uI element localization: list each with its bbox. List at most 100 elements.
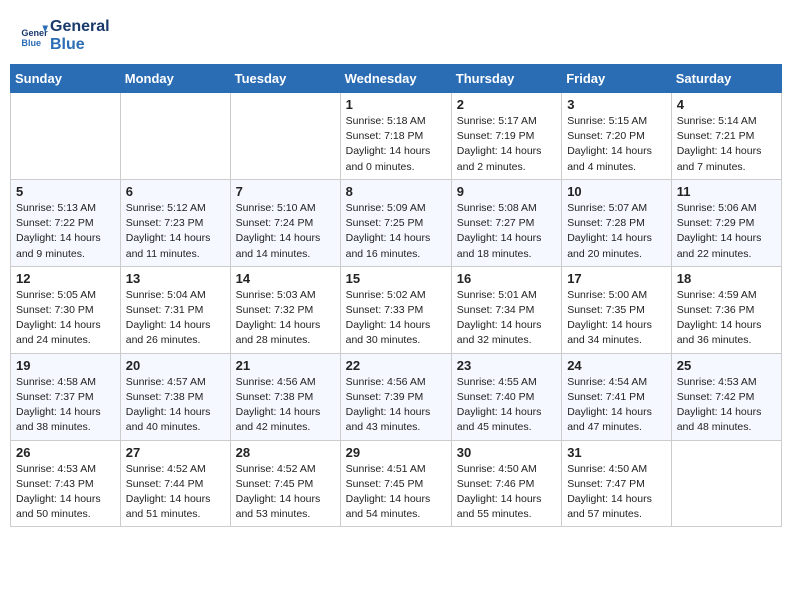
day-number: 10: [567, 184, 666, 199]
weekday-header-monday: Monday: [120, 65, 230, 93]
calendar-cell: [230, 93, 340, 180]
day-number: 14: [236, 271, 335, 286]
calendar-cell: 25Sunrise: 4:53 AMSunset: 7:42 PMDayligh…: [671, 353, 781, 440]
calendar-cell: 16 Sunrise: 5:01 AMSunset: 7:34 PMDayligh…: [451, 266, 561, 353]
calendar-week-row: 5Sunrise: 5:13 AMSunset: 7:22 PMDaylight…: [11, 179, 782, 266]
calendar-cell: 8 Sunrise: 5:09 AMSunset: 7:25 PMDaylight…: [340, 179, 451, 266]
day-number: 15: [346, 271, 446, 286]
day-info: Sunrise: 4:57 AMSunset: 7:38 PMDaylight:…: [126, 375, 225, 436]
day-info: Sunrise: 5:15 AMSunset: 7:20 PMDaylight:…: [567, 114, 666, 175]
day-info: Sunrise: 4:55 AMSunset: 7:40 PMDaylight:…: [457, 375, 556, 436]
day-number: 24: [567, 358, 666, 373]
day-number: 11: [677, 184, 776, 199]
calendar-cell: [671, 440, 781, 527]
day-info: Sunrise: 5:06 AMSunset: 7:29 PMDaylight:…: [677, 201, 776, 262]
calendar-cell: 21 Sunrise: 4:56 AMSunset: 7:38 PMDayligh…: [230, 353, 340, 440]
weekday-header-wednesday: Wednesday: [340, 65, 451, 93]
calendar-week-row: 26 Sunrise: 4:53 AMSunset: 7:43 PMDayligh…: [11, 440, 782, 527]
calendar-cell: [11, 93, 121, 180]
calendar-cell: 31 Sunrise: 4:50 AMSunset: 7:47 PMDayligh…: [562, 440, 672, 527]
calendar-cell: 6Sunrise: 5:12 AMSunset: 7:23 PMDaylight…: [120, 179, 230, 266]
day-number: 8: [346, 184, 446, 199]
calendar-cell: 11 Sunrise: 5:06 AMSunset: 7:29 PMDayligh…: [671, 179, 781, 266]
calendar-cell: 27 Sunrise: 4:52 AMSunset: 7:44 PMDayligh…: [120, 440, 230, 527]
day-info: Sunrise: 4:56 AMSunset: 7:38 PMDaylight:…: [236, 375, 335, 436]
page-header: General Blue General Blue: [10, 10, 782, 59]
day-number: 18: [677, 271, 776, 286]
day-info: Sunrise: 4:53 AMSunset: 7:42 PMDaylight:…: [677, 375, 776, 436]
day-info: Sunrise: 4:51 AMSunset: 7:45 PMDaylight:…: [346, 462, 446, 523]
day-number: 13: [126, 271, 225, 286]
day-info: Sunrise: 4:59 AMSunset: 7:36 PMDaylight:…: [677, 288, 776, 349]
weekday-header-sunday: Sunday: [11, 65, 121, 93]
calendar-cell: 23 Sunrise: 4:55 AMSunset: 7:40 PMDayligh…: [451, 353, 561, 440]
day-number: 26: [16, 445, 115, 460]
calendar-cell: 20Sunrise: 4:57 AMSunset: 7:38 PMDayligh…: [120, 353, 230, 440]
day-number: 17: [567, 271, 666, 286]
day-number: 22: [346, 358, 446, 373]
logo-icon: General Blue: [20, 22, 48, 50]
day-info: Sunrise: 5:18 AMSunset: 7:18 PMDaylight:…: [346, 114, 446, 175]
day-info: Sunrise: 4:52 AMSunset: 7:44 PMDaylight:…: [126, 462, 225, 523]
day-info: Sunrise: 5:09 AMSunset: 7:25 PMDaylight:…: [346, 201, 446, 262]
weekday-header-saturday: Saturday: [671, 65, 781, 93]
day-info: Sunrise: 4:50 AMSunset: 7:46 PMDaylight:…: [457, 462, 556, 523]
day-number: 19: [16, 358, 115, 373]
calendar-cell: 2 Sunrise: 5:17 AMSunset: 7:19 PMDaylight…: [451, 93, 561, 180]
day-number: 30: [457, 445, 556, 460]
calendar-cell: 24 Sunrise: 4:54 AMSunset: 7:41 PMDayligh…: [562, 353, 672, 440]
calendar-cell: 1Sunrise: 5:18 AMSunset: 7:18 PMDaylight…: [340, 93, 451, 180]
calendar-cell: 15 Sunrise: 5:02 AMSunset: 7:33 PMDayligh…: [340, 266, 451, 353]
svg-text:Blue: Blue: [21, 38, 41, 48]
weekday-header-tuesday: Tuesday: [230, 65, 340, 93]
day-info: Sunrise: 5:01 AMSunset: 7:34 PMDaylight:…: [457, 288, 556, 349]
day-number: 5: [16, 184, 115, 199]
day-info: Sunrise: 4:52 AMSunset: 7:45 PMDaylight:…: [236, 462, 335, 523]
calendar-week-row: 1Sunrise: 5:18 AMSunset: 7:18 PMDaylight…: [11, 93, 782, 180]
day-info: Sunrise: 5:00 AMSunset: 7:35 PMDaylight:…: [567, 288, 666, 349]
calendar-cell: 29 Sunrise: 4:51 AMSunset: 7:45 PMDayligh…: [340, 440, 451, 527]
calendar-cell: [120, 93, 230, 180]
calendar-cell: 13 Sunrise: 5:04 AMSunset: 7:31 PMDayligh…: [120, 266, 230, 353]
day-info: Sunrise: 5:17 AMSunset: 7:19 PMDaylight:…: [457, 114, 556, 175]
calendar-cell: 4 Sunrise: 5:14 AMSunset: 7:21 PMDaylight…: [671, 93, 781, 180]
calendar-header-row: SundayMondayTuesdayWednesdayThursdayFrid…: [11, 65, 782, 93]
calendar-week-row: 12Sunrise: 5:05 AMSunset: 7:30 PMDayligh…: [11, 266, 782, 353]
calendar-table: SundayMondayTuesdayWednesdayThursdayFrid…: [10, 64, 782, 527]
logo: General Blue General Blue: [20, 18, 110, 54]
logo-general: General: [50, 18, 110, 36]
day-info: Sunrise: 5:07 AMSunset: 7:28 PMDaylight:…: [567, 201, 666, 262]
day-number: 27: [126, 445, 225, 460]
day-info: Sunrise: 5:10 AMSunset: 7:24 PMDaylight:…: [236, 201, 335, 262]
calendar-cell: 18 Sunrise: 4:59 AMSunset: 7:36 PMDayligh…: [671, 266, 781, 353]
calendar-cell: 19Sunrise: 4:58 AMSunset: 7:37 PMDayligh…: [11, 353, 121, 440]
day-number: 29: [346, 445, 446, 460]
day-info: Sunrise: 5:05 AMSunset: 7:30 PMDaylight:…: [16, 288, 115, 349]
calendar-cell: 5Sunrise: 5:13 AMSunset: 7:22 PMDaylight…: [11, 179, 121, 266]
calendar-cell: 12Sunrise: 5:05 AMSunset: 7:30 PMDayligh…: [11, 266, 121, 353]
day-number: 9: [457, 184, 556, 199]
day-info: Sunrise: 5:08 AMSunset: 7:27 PMDaylight:…: [457, 201, 556, 262]
calendar-cell: 28 Sunrise: 4:52 AMSunset: 7:45 PMDayligh…: [230, 440, 340, 527]
day-number: 28: [236, 445, 335, 460]
calendar-cell: 17 Sunrise: 5:00 AMSunset: 7:35 PMDayligh…: [562, 266, 672, 353]
day-number: 6: [126, 184, 225, 199]
day-info: Sunrise: 4:53 AMSunset: 7:43 PMDaylight:…: [16, 462, 115, 523]
day-info: Sunrise: 5:14 AMSunset: 7:21 PMDaylight:…: [677, 114, 776, 175]
day-number: 16: [457, 271, 556, 286]
day-info: Sunrise: 5:02 AMSunset: 7:33 PMDaylight:…: [346, 288, 446, 349]
day-info: Sunrise: 5:04 AMSunset: 7:31 PMDaylight:…: [126, 288, 225, 349]
day-info: Sunrise: 4:54 AMSunset: 7:41 PMDaylight:…: [567, 375, 666, 436]
weekday-header-thursday: Thursday: [451, 65, 561, 93]
calendar-cell: 26 Sunrise: 4:53 AMSunset: 7:43 PMDayligh…: [11, 440, 121, 527]
calendar-week-row: 19Sunrise: 4:58 AMSunset: 7:37 PMDayligh…: [11, 353, 782, 440]
day-number: 23: [457, 358, 556, 373]
logo-blue: Blue: [50, 36, 110, 54]
day-number: 4: [677, 97, 776, 112]
day-number: 21: [236, 358, 335, 373]
calendar-cell: 30 Sunrise: 4:50 AMSunset: 7:46 PMDayligh…: [451, 440, 561, 527]
day-number: 31: [567, 445, 666, 460]
calendar-cell: 10 Sunrise: 5:07 AMSunset: 7:28 PMDayligh…: [562, 179, 672, 266]
day-number: 2: [457, 97, 556, 112]
day-info: Sunrise: 4:50 AMSunset: 7:47 PMDaylight:…: [567, 462, 666, 523]
